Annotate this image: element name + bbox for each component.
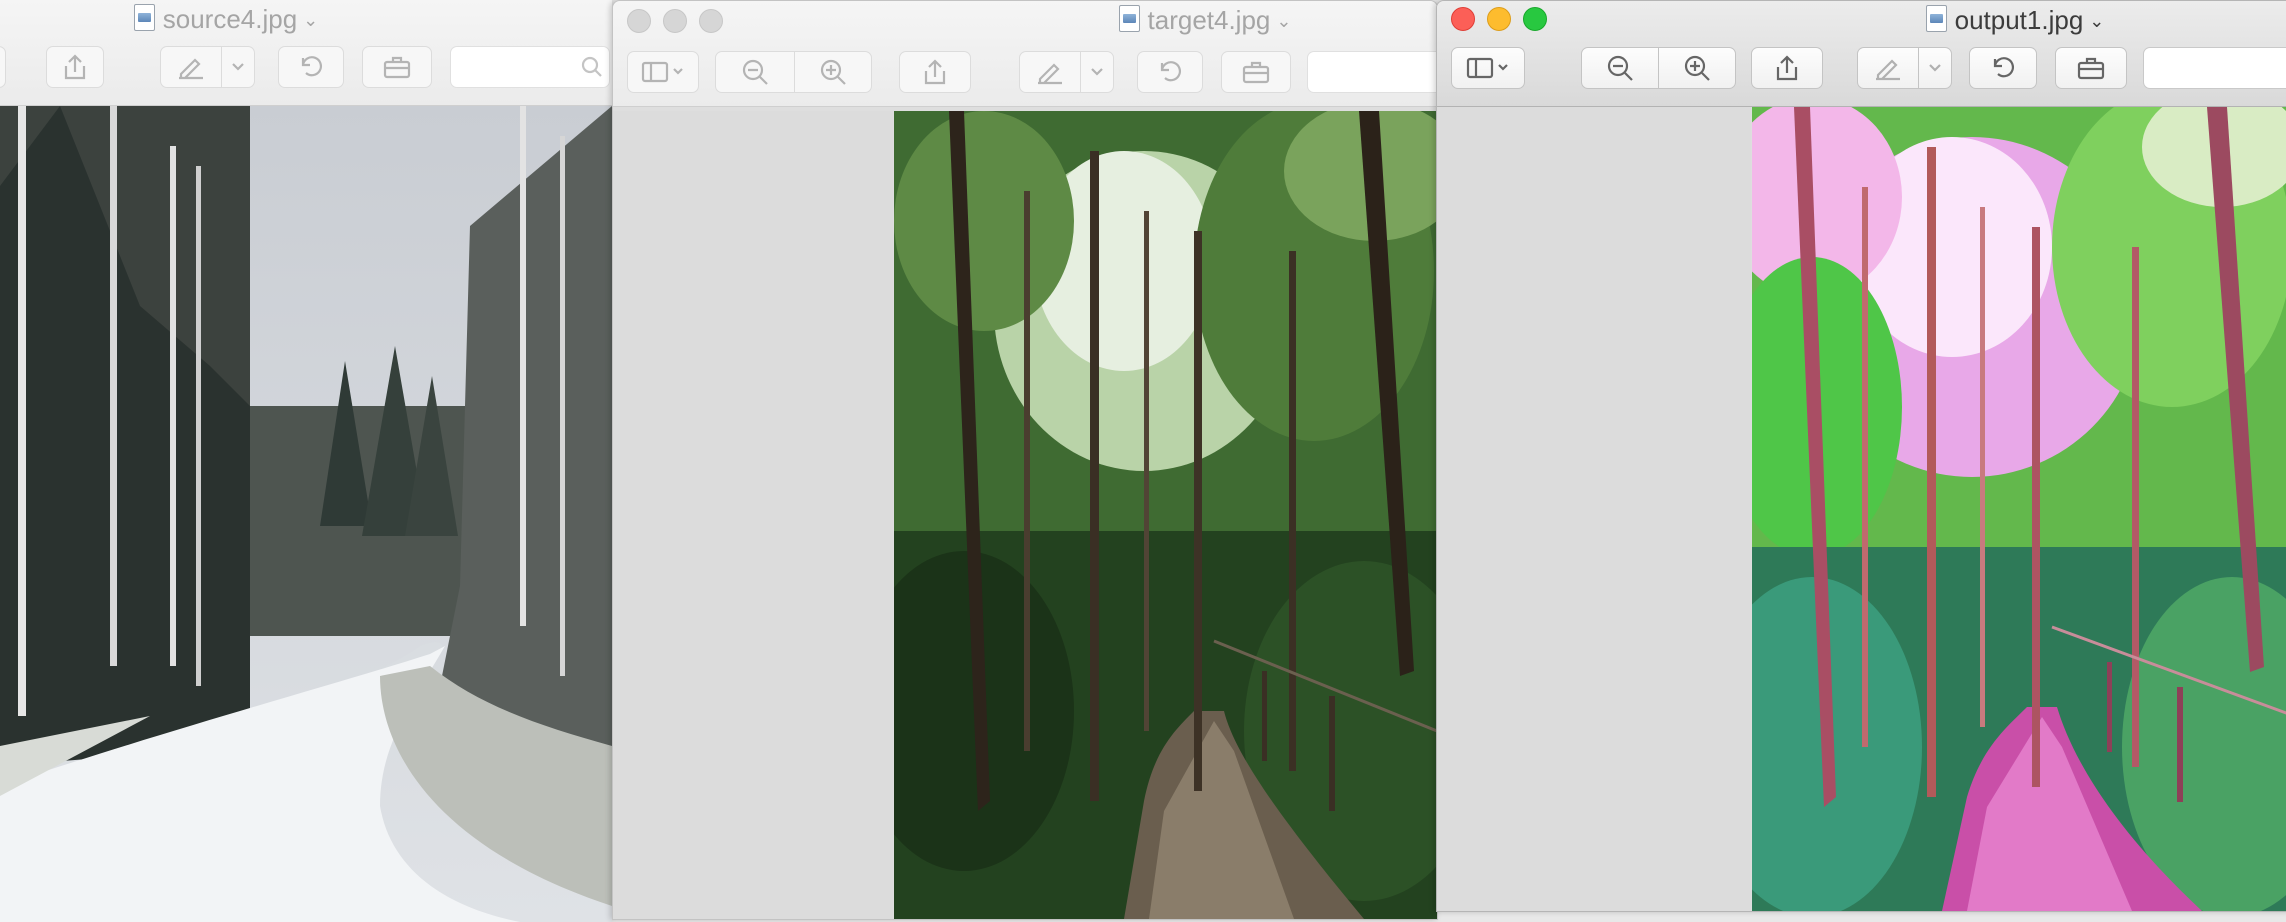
share-icon: [924, 59, 946, 85]
markup-menu-button[interactable]: [221, 46, 255, 88]
sidebar-toggle-button[interactable]: [1451, 47, 1525, 89]
markup-pen-icon: [179, 58, 203, 80]
markup-pen-icon: [1038, 63, 1062, 85]
share-icon: [64, 54, 86, 80]
rotate-left-icon: [1993, 57, 2014, 78]
markup-menu-button[interactable]: [1080, 51, 1114, 93]
markup-menu-button[interactable]: [1918, 47, 1952, 89]
share-button[interactable]: [1751, 47, 1823, 89]
toolbox-button[interactable]: [362, 46, 432, 88]
rotate-left-icon: [301, 56, 322, 77]
markup-button[interactable]: [160, 46, 222, 88]
source-image: [0, 106, 612, 922]
window-title-text: source4.jpg: [162, 4, 298, 34]
window-title: target4.jpg ⌄: [613, 5, 1437, 36]
search-icon: [581, 56, 602, 77]
rotate-button[interactable]: [1137, 51, 1203, 93]
zoom-out-button[interactable]: [715, 51, 795, 93]
chevron-down-icon[interactable]: ⌄: [1276, 11, 1291, 31]
toolbar-button-left-edge[interactable]: [0, 46, 6, 88]
window-title-text: output1.jpg: [1954, 5, 2084, 35]
window-title: output1.jpg ⌄: [1437, 5, 2286, 36]
toolbox-icon: [1242, 61, 1270, 84]
thumbnail-sidebar: [1437, 107, 1751, 911]
window-titlebar[interactable]: target4.jpg ⌄: [613, 1, 1437, 107]
share-button[interactable]: [899, 51, 971, 93]
output-image: [1752, 107, 2286, 911]
document-icon: [1118, 5, 1140, 32]
chevron-down-icon: [1929, 64, 1941, 72]
zoom-out-icon: [742, 59, 768, 85]
sidebar-toggle-icon: [1466, 57, 1508, 79]
target-image: [894, 111, 1437, 919]
rotate-button[interactable]: [278, 46, 344, 88]
preview-window-output: output1.jpg ⌄: [1436, 0, 2286, 912]
search-input[interactable]: [1307, 51, 1437, 93]
sidebar-toggle-icon: [641, 61, 683, 83]
zoom-in-button[interactable]: [1658, 47, 1736, 89]
share-button[interactable]: [46, 46, 104, 88]
preview-window-source: source4.jpg ⌄: [0, 0, 612, 922]
toolbox-icon: [383, 56, 411, 79]
zoom-in-icon: [1684, 55, 1710, 81]
chevron-down-icon[interactable]: ⌄: [2089, 11, 2104, 31]
rotate-left-icon: [1160, 61, 1181, 82]
chevron-down-icon: [1091, 68, 1103, 76]
zoom-out-icon: [1607, 55, 1633, 81]
markup-pen-icon: [1876, 59, 1900, 81]
rotate-button[interactable]: [1969, 47, 2037, 89]
toolbox-button[interactable]: [1221, 51, 1291, 93]
markup-button[interactable]: [1857, 47, 1919, 89]
zoom-in-button[interactable]: [794, 51, 872, 93]
markup-button[interactable]: [1019, 51, 1081, 93]
chevron-down-icon[interactable]: ⌄: [303, 10, 318, 30]
window-titlebar[interactable]: source4.jpg ⌄: [0, 0, 612, 106]
search-input[interactable]: [2143, 47, 2286, 89]
thumbnail-sidebar: [613, 111, 893, 919]
share-icon: [1776, 55, 1798, 81]
document-icon: [133, 4, 155, 31]
window-title: source4.jpg ⌄: [0, 4, 492, 35]
preview-window-target: target4.jpg ⌄: [612, 0, 1438, 920]
toolbox-icon: [2077, 57, 2105, 80]
window-title-text: target4.jpg: [1147, 5, 1271, 35]
zoom-in-icon: [820, 59, 846, 85]
toolbox-button[interactable]: [2055, 47, 2127, 89]
zoom-out-button[interactable]: [1581, 47, 1659, 89]
document-icon: [1925, 5, 1947, 32]
chevron-down-icon: [232, 63, 244, 71]
sidebar-toggle-button[interactable]: [627, 51, 699, 93]
search-input[interactable]: [450, 46, 610, 88]
window-titlebar[interactable]: output1.jpg ⌄: [1437, 1, 2286, 107]
